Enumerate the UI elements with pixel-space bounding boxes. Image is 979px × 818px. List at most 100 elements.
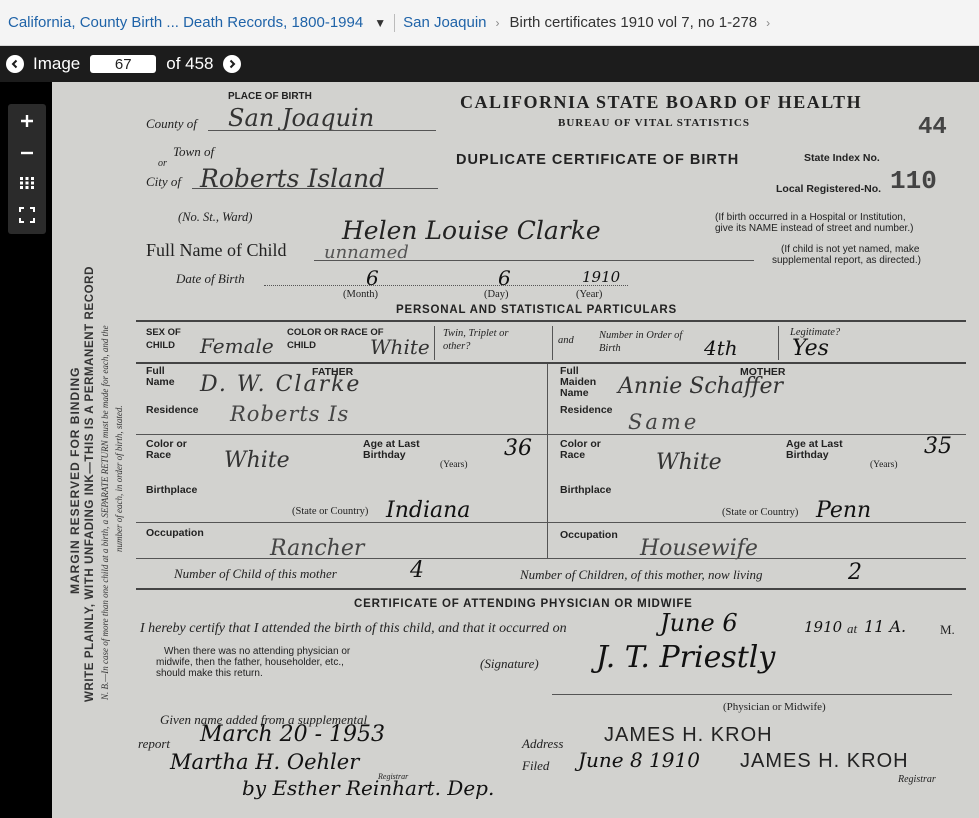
county-label: County of: [146, 116, 197, 131]
dob-line: [264, 285, 628, 286]
father-name-label: Full Name: [146, 365, 175, 388]
mother-birthplace-label: Birthplace: [560, 484, 612, 496]
mother-occupation-label: Occupation: [560, 529, 618, 541]
city-line: [192, 188, 438, 189]
grid-view-button[interactable]: [8, 168, 46, 198]
father-residence-label: Residence: [146, 404, 199, 416]
physician-label: (Physician or Midwife): [723, 701, 826, 713]
children-living-label: Number of Children, of this mother, now …: [520, 567, 763, 582]
town-label: Town of: [173, 144, 215, 159]
fullscreen-icon: [19, 207, 35, 223]
collection-dropdown-icon[interactable]: ▼: [374, 16, 386, 30]
zoom-out-button[interactable]: [8, 138, 46, 168]
signature-value: J. T. Priestly: [596, 640, 776, 675]
signature-label: (Signature): [480, 656, 539, 671]
local-registered-label: Local Registered-No.: [776, 183, 882, 195]
mother-color-label: Color or Race: [560, 438, 601, 461]
birth-certificate-image[interactable]: MARGIN RESERVED FOR BINDING WRITE PLAINL…: [52, 82, 979, 818]
children-living-value: 2: [848, 560, 862, 585]
chevron-right-icon: ›: [495, 15, 500, 30]
mother-residence-label: Residence: [560, 404, 613, 416]
dob-year-value: 1910: [582, 268, 621, 286]
number-order-label: Number in Order of Birth: [599, 330, 683, 354]
margin-permanent-record-text: WRITE PLAINLY, WITH UNFADING INK—THIS IS…: [84, 266, 96, 702]
divider: [778, 326, 779, 360]
child-of-mother-label: Number of Child of this mother: [174, 566, 337, 581]
filed-date-value: June 8 1910: [578, 748, 700, 772]
legitimate-value: Yes: [792, 336, 829, 361]
report-label: report: [138, 736, 171, 751]
breadcrumb-volume: Birth certificates 1910 vol 7, no 1-278: [509, 14, 758, 31]
certify-time-value: 11 A.: [864, 617, 907, 636]
rule: [136, 588, 966, 590]
mother-residence-value: Same: [628, 410, 700, 434]
father-age-value: 36: [504, 436, 532, 461]
dob-day-value: 6: [498, 266, 511, 290]
father-color-label: Color or Race: [146, 438, 187, 461]
image-label: Image: [33, 54, 81, 73]
zoom-in-button[interactable]: [8, 106, 46, 136]
sex-value: Female: [200, 334, 274, 358]
full-name-value: Helen Louise Clarke: [342, 216, 601, 245]
father-residence-value: Roberts Is: [230, 402, 350, 426]
state-index-label: State Index No.: [804, 152, 880, 164]
image-number-input[interactable]: [90, 55, 157, 73]
mother-color-value: White: [656, 450, 722, 475]
address-label: Address: [522, 736, 564, 751]
parents-divider: [547, 364, 548, 558]
rule: [136, 362, 966, 364]
number-order-value: 4th: [704, 336, 738, 360]
certificate-number: 44: [918, 114, 947, 141]
report-date-value: March 20 - 1953: [200, 722, 386, 747]
registrar-label: Registrar: [898, 774, 936, 785]
chevron-right-icon: ›: [766, 15, 771, 30]
grid-icon: [20, 177, 34, 189]
year-label: (Year): [576, 289, 603, 300]
dob-month-value: 6: [366, 266, 379, 290]
or-label: or: [158, 158, 167, 169]
mother-age-label: Age at Last Birthday: [786, 438, 843, 461]
mother-name-label: Full Maiden Name: [560, 365, 597, 399]
at-label: at: [847, 621, 858, 636]
hospital-note-1: (If birth occurred in a Hospital or Inst…: [715, 212, 906, 223]
unnamed-note-1: (If child is not yet named, make: [781, 244, 920, 255]
day-label: (Day): [484, 289, 509, 300]
father-state-country-label: (State or Country): [292, 506, 369, 517]
county-line: [208, 130, 436, 131]
minus-icon: [21, 151, 33, 155]
chevron-right-icon: [229, 59, 235, 69]
full-name-line: [314, 260, 754, 261]
twin-label: Twin, Triplet or other?: [443, 328, 509, 352]
place-of-birth-heading: PLACE OF BIRTH: [228, 91, 312, 102]
certificate-title: DUPLICATE CERTIFICATE OF BIRTH: [456, 152, 740, 168]
rule: [136, 434, 966, 435]
mother-state-country-label: (State or Country): [722, 507, 799, 518]
margin-note-text: N. B.—In case of more than one child at …: [100, 325, 110, 700]
father-birthplace-value: Indiana: [386, 498, 471, 523]
breadcrumb-collection-link[interactable]: California, County Birth ... Death Recor…: [8, 14, 363, 31]
next-image-button[interactable]: [222, 55, 241, 73]
unnamed-note-2: supplemental report, as directed.): [772, 255, 921, 266]
breadcrumb-county-link[interactable]: San Joaquin: [403, 14, 486, 31]
registrar-signature-value: Martha H. Oehler: [170, 750, 360, 774]
and-label: and: [558, 335, 574, 346]
personal-particulars-heading: PERSONAL AND STATISTICAL PARTICULARS: [396, 304, 677, 316]
sex-label: SEX OF CHILD: [146, 327, 181, 351]
no-physician-note-3: should make this return.: [156, 668, 263, 679]
divider: [552, 326, 553, 360]
chevron-left-icon: [11, 59, 18, 69]
father-age-label: Age at Last Birthday: [363, 438, 420, 461]
month-label: (Month): [343, 289, 378, 300]
registrar-stamp: JAMES H. KROH: [740, 750, 909, 772]
mother-birthplace-value: Penn: [816, 498, 872, 523]
plus-icon: [21, 115, 33, 127]
no-physician-note-2: midwife, then the father, householder, e…: [156, 657, 344, 668]
fullscreen-button[interactable]: [8, 200, 46, 230]
previous-image-button[interactable]: [6, 55, 24, 73]
father-occupation-label: Occupation: [146, 527, 204, 539]
father-color-value: White: [224, 448, 290, 473]
address-stamp: JAMES H. KROH: [604, 724, 773, 746]
margin-note-text-2: number of each, in order of birth, state…: [114, 405, 124, 552]
certify-year-value: 1910: [804, 618, 843, 636]
county-value: San Joaquin: [228, 104, 375, 132]
